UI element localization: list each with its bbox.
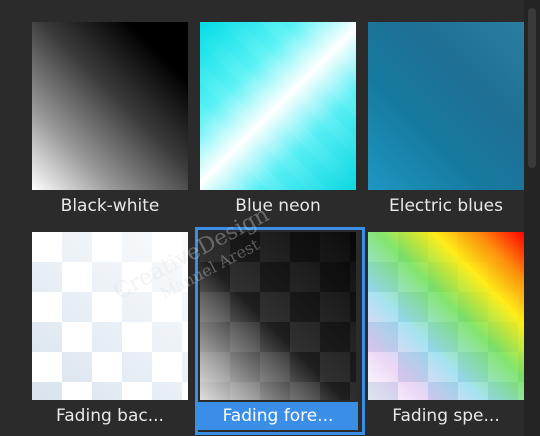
gradient-label: Fading spe... [392,406,500,426]
gradient-label: Fading bac... [56,406,164,426]
gradient-swatch [200,232,356,400]
gradient-swatch [32,22,188,190]
gradient-swatch [200,22,356,190]
gradient-item-blue-neon[interactable]: Blue neon [198,20,362,222]
scrollbar-thumb[interactable] [528,8,536,168]
gradient-item-fading-spectrum[interactable]: Fading spe... [366,230,530,432]
gradient-label: Blue neon [235,196,321,216]
gradient-item-electric-blues[interactable]: Electric blues [366,20,530,222]
gradient-label: Fading fore... [198,402,358,430]
gradient-item-fading-background[interactable]: Fading bac... [30,230,194,432]
gradient-swatch [32,232,188,400]
gradient-label: Black-white [60,196,160,216]
scrollbar[interactable] [524,0,540,436]
gradient-swatch [368,22,524,190]
gradient-swatch [368,232,524,400]
gradient-gallery-panel: Black-white Blue neon Electric blues Fad… [0,0,540,436]
gradient-item-black-white[interactable]: Black-white [30,20,194,222]
gradient-label: Electric blues [388,196,503,216]
gradient-item-fading-foreground[interactable]: Fading fore... [195,227,365,435]
